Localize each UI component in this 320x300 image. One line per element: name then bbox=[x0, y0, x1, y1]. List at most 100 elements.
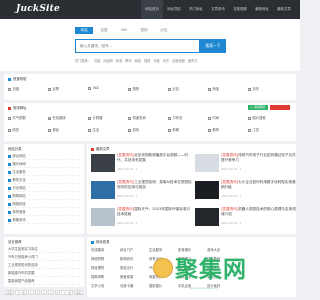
category-item[interactable]: 生活服务 bbox=[8, 168, 80, 176]
tool-item[interactable]: 图片搜索 bbox=[248, 115, 288, 120]
article-item[interactable]: [发展资讯]工业视觉检测：探索AI技术在视觉检测中的应用与挑战 2023-10-… bbox=[91, 180, 193, 200]
nav-new-sites[interactable]: 最新网址 bbox=[251, 0, 273, 19]
quick-nav-item[interactable]: 搜狗 bbox=[128, 86, 168, 91]
article-thumbnail[interactable] bbox=[195, 181, 219, 199]
hot-link[interactable]: 淘宝 bbox=[153, 58, 159, 63]
nav-articles[interactable]: 文章资讯 bbox=[207, 0, 229, 19]
quick-nav-item[interactable]: 必应 bbox=[168, 86, 208, 91]
category-item[interactable]: 购物网站 bbox=[8, 192, 80, 200]
manage-button[interactable] bbox=[270, 105, 290, 110]
site-link[interactable]: 影音娱乐 bbox=[178, 246, 207, 254]
tool-item[interactable]: 工具 bbox=[248, 127, 288, 132]
article-title[interactable]: [发展资讯]北京央视新闻播放平台视频——时代，共创未来发展 bbox=[117, 153, 193, 163]
hot-link[interactable]: 百度 bbox=[94, 58, 100, 63]
ranking-item[interactable]: 新能源汽车的发展 bbox=[8, 269, 80, 277]
category-item[interactable]: 新闻资讯 bbox=[8, 216, 80, 224]
nav-new-articles[interactable]: 最新文章 bbox=[273, 0, 295, 19]
category-item[interactable]: 体育健身 bbox=[8, 208, 80, 216]
tool-item[interactable]: 计算器 bbox=[88, 115, 128, 120]
nav-videos[interactable]: 花絮视频 bbox=[229, 0, 251, 19]
hot-link[interactable]: 腾讯 bbox=[125, 58, 131, 63]
hot-link[interactable]: 搜狐 bbox=[144, 58, 150, 63]
page-prev[interactable]: 上一页 bbox=[15, 290, 27, 295]
page-number[interactable]: 4 bbox=[47, 290, 54, 295]
page-first[interactable]: 首页 bbox=[5, 290, 15, 295]
hot-link[interactable]: 网易 bbox=[135, 58, 141, 63]
site-link[interactable]: 文学小说 bbox=[91, 282, 120, 290]
tool-item[interactable]: 政务 bbox=[8, 127, 48, 132]
nav-directory[interactable]: 网址导航 bbox=[163, 0, 185, 19]
hot-link[interactable]: 爱奇艺 bbox=[188, 58, 198, 63]
article-item[interactable]: [发展资讯]国际天气：2023年国际环保标准与技术突破 2023-10-10 1 bbox=[91, 207, 193, 227]
article-item[interactable]: [发展资讯]北京央视新闻播放平台视频——时代，共创未来发展 2023-10-12… bbox=[91, 153, 193, 173]
site-logo[interactable]: JuckSite bbox=[16, 4, 60, 14]
site-link[interactable]: 美食菜谱 bbox=[120, 273, 149, 281]
site-link[interactable]: 网络购物 bbox=[91, 255, 120, 263]
hot-link[interactable]: 凤凰网 bbox=[103, 58, 113, 63]
tool-item[interactable]: 生活 bbox=[88, 127, 128, 132]
page-number[interactable]: 1 bbox=[27, 290, 34, 295]
tool-item[interactable]: 快递查询 bbox=[128, 115, 168, 120]
page-last[interactable]: 尾页 bbox=[74, 290, 84, 295]
page-number[interactable]: 3 bbox=[41, 290, 47, 295]
site-link[interactable]: 摄影图片 bbox=[149, 282, 178, 290]
ranking-item[interactable]: 汽车日常保养小窍门 bbox=[8, 253, 80, 261]
article-thumbnail[interactable] bbox=[195, 154, 219, 172]
hot-link[interactable]: 百度地图 bbox=[172, 58, 185, 63]
tool-item[interactable]: 时间 bbox=[208, 115, 248, 120]
tool-item[interactable]: 在线翻译 bbox=[48, 115, 88, 120]
nav-home[interactable]: 网站首页 bbox=[141, 0, 163, 19]
site-link[interactable]: 旅游出行 bbox=[120, 264, 149, 272]
quick-nav-item[interactable]: 京东 bbox=[248, 86, 288, 91]
nav-hot[interactable]: 热门网址 bbox=[185, 0, 207, 19]
site-link[interactable]: 招聘求职 bbox=[91, 273, 120, 281]
hot-link[interactable]: 新浪 bbox=[116, 58, 122, 63]
ranking-item[interactable]: 工业视觉检测的应用 bbox=[8, 261, 80, 269]
site-link[interactable]: 游戏大全 bbox=[207, 246, 236, 254]
ranking-item[interactable]: 大学生找到实习岗位 bbox=[8, 245, 80, 253]
search-input[interactable] bbox=[76, 40, 199, 52]
quick-nav-item[interactable]: 百度 bbox=[8, 86, 48, 91]
quick-nav-item[interactable]: 谷歌 bbox=[48, 86, 88, 91]
article-title[interactable]: [发展资讯]机器人视觉技术的核心原理与应用领域介绍 bbox=[221, 207, 297, 217]
article-thumbnail[interactable] bbox=[91, 154, 115, 172]
site-link[interactable]: 财经理财 bbox=[91, 264, 120, 272]
page-next[interactable]: 下一页 bbox=[61, 290, 74, 295]
site-link[interactable]: 综合门户 bbox=[120, 246, 149, 254]
tool-item[interactable]: 教育 bbox=[208, 127, 248, 132]
page-number[interactable]: 2 bbox=[34, 290, 41, 295]
quick-nav-item[interactable]: 淘宝 bbox=[208, 86, 248, 91]
article-thumbnail[interactable] bbox=[91, 181, 115, 199]
tool-item[interactable]: 新闻 bbox=[168, 127, 208, 132]
article-item[interactable]: [发展资讯]七小企业如何利用数字化转型实现营销升级 2023-10-11 1 bbox=[195, 180, 297, 200]
article-thumbnail[interactable] bbox=[195, 208, 219, 226]
add-site-button[interactable]: + 添加网址 bbox=[248, 105, 268, 110]
category-item[interactable]: 网络科技 bbox=[8, 200, 80, 208]
site-link[interactable]: 生活服务 bbox=[149, 246, 178, 254]
site-link[interactable]: 新闻资讯 bbox=[120, 255, 149, 263]
article-item[interactable]: [发展资讯]传统汽车电子行业如何通过电子元件提升竞争力 2023-10-12 1 bbox=[195, 153, 297, 173]
tab-baidu[interactable]: 百度 bbox=[95, 27, 113, 34]
article-title[interactable]: [发展资讯]国际天气：2023年国际环保标准与技术突破 bbox=[117, 207, 193, 217]
tool-item[interactable]: 万年历 bbox=[168, 115, 208, 120]
tab-bing[interactable]: 必应 bbox=[155, 27, 173, 34]
category-item[interactable]: 教育文化 bbox=[8, 176, 80, 184]
tool-item[interactable]: 便民 bbox=[48, 127, 88, 132]
site-link[interactable]: 动漫卡通 bbox=[120, 282, 149, 290]
article-title[interactable]: [发展资讯]工业视觉检测：探索AI技术在视觉检测中的应用与挑战 bbox=[117, 180, 193, 190]
category-item[interactable]: 综合网站 bbox=[8, 152, 80, 160]
article-thumbnail[interactable] bbox=[91, 208, 115, 226]
article-title[interactable]: [发展资讯]七小企业如何利用数字化转型实现营销升级 bbox=[221, 180, 297, 190]
tool-item[interactable]: 天气预报 bbox=[8, 115, 48, 120]
site-link[interactable]: 在线翻译 bbox=[91, 246, 120, 254]
quick-nav-item[interactable]: 360 bbox=[88, 86, 128, 91]
article-title[interactable]: [发展资讯]传统汽车电子行业如何通过电子元件提升竞争力 bbox=[221, 153, 297, 163]
ranking-item[interactable]: 智能家居产品推荐 bbox=[8, 277, 80, 285]
search-button[interactable]: 搜索一下 bbox=[200, 39, 226, 53]
tab-360[interactable]: 360 bbox=[115, 27, 133, 34]
tool-item[interactable]: 游戏 bbox=[128, 127, 168, 132]
category-item[interactable]: 行业网站 bbox=[8, 184, 80, 192]
tab-sogou[interactable]: 搜狗 bbox=[135, 27, 153, 34]
hot-link[interactable]: 京东 bbox=[163, 58, 169, 63]
page-number[interactable]: 5 bbox=[54, 290, 61, 295]
